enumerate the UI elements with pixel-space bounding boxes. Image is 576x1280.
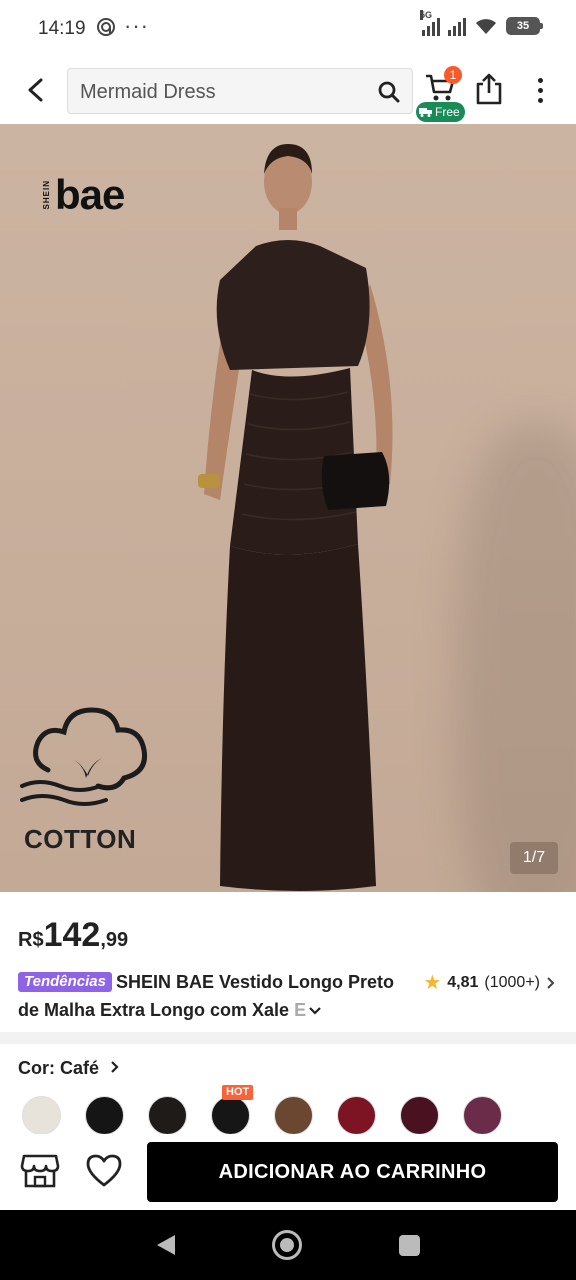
more-options-button[interactable] xyxy=(526,72,554,108)
store-icon xyxy=(20,1154,60,1188)
store-button[interactable] xyxy=(20,1152,62,1192)
rating-summary[interactable]: ★ 4,81 (1000+) xyxy=(423,970,556,995)
nav-recents-icon[interactable] xyxy=(399,1235,420,1256)
more-notifications-icon: ··· xyxy=(124,13,149,38)
section-divider xyxy=(0,1032,576,1044)
product-price: R$142,99 xyxy=(18,916,129,954)
brand-logo: SHEIN bae xyxy=(42,171,125,218)
more-dot-icon xyxy=(537,97,543,103)
signal-icon xyxy=(448,16,466,36)
search-placeholder: Mermaid Dress xyxy=(80,81,216,103)
chevron-down-icon[interactable] xyxy=(308,996,322,1024)
color-swatch[interactable] xyxy=(148,1096,187,1135)
heart-icon xyxy=(86,1154,122,1187)
back-button[interactable] xyxy=(16,70,56,110)
wifi-icon xyxy=(476,19,496,34)
free-shipping-tag: Free xyxy=(416,102,465,122)
chevron-right-icon xyxy=(111,1061,119,1073)
color-swatch[interactable] xyxy=(274,1096,313,1135)
header: Mermaid Dress 1 Free xyxy=(0,58,576,124)
product-image-carousel[interactable]: SHEIN bae COTTON 1/7 xyxy=(0,124,576,892)
action-bar: ADICIONAR AO CARRINHO xyxy=(0,1134,576,1210)
rating-value: 4,81 xyxy=(447,973,479,991)
cotton-label: COTTON xyxy=(24,824,137,854)
color-swatch[interactable] xyxy=(22,1096,61,1135)
search-input[interactable]: Mermaid Dress xyxy=(67,68,413,114)
product-model-image xyxy=(198,144,393,891)
color-label[interactable]: Cor: Café xyxy=(18,1058,120,1079)
color-swatch[interactable] xyxy=(400,1096,439,1135)
nav-home-icon[interactable] xyxy=(272,1230,302,1260)
battery-icon: 35 xyxy=(506,17,543,35)
color-swatch[interactable]: HOT xyxy=(211,1085,254,1135)
more-dot-icon xyxy=(537,77,543,83)
search-icon[interactable] xyxy=(376,79,402,105)
background-shadow xyxy=(456,424,576,892)
product-info: R$142,99 Tendências SHEIN BAE Vestido Lon… xyxy=(0,892,576,1032)
color-selector: Cor: Café HOT xyxy=(0,1044,576,1144)
cotton-icon xyxy=(20,707,148,806)
image-counter: 1/7 xyxy=(510,842,558,874)
status-time: 14:19 xyxy=(38,18,86,39)
review-count: (1000+) xyxy=(484,973,540,991)
color-swatch[interactable] xyxy=(337,1096,376,1135)
color-swatch[interactable] xyxy=(463,1096,502,1135)
hot-badge: HOT xyxy=(222,1085,254,1100)
share-icon xyxy=(476,73,502,105)
chevron-right-icon xyxy=(547,976,555,989)
status-bar: 14:19 ··· 5G 35 xyxy=(0,0,576,58)
color-swatch[interactable] xyxy=(85,1096,124,1135)
star-icon: ★ xyxy=(423,972,442,994)
product-title[interactable]: Tendências SHEIN BAE Vestido Longo Preto … xyxy=(18,968,398,1024)
color-swatches: HOT xyxy=(22,1085,502,1135)
more-dot-icon xyxy=(537,87,543,93)
truck-icon xyxy=(419,108,432,117)
notification-icon xyxy=(96,17,116,42)
add-to-cart-button[interactable]: ADICIONAR AO CARRINHO xyxy=(147,1142,558,1202)
cart-count-badge: 1 xyxy=(444,66,462,84)
system-nav-bar xyxy=(0,1210,576,1280)
back-arrow-icon xyxy=(28,78,43,102)
nav-back-icon[interactable] xyxy=(155,1233,177,1257)
signal-5g-icon: 5G xyxy=(420,10,440,36)
cotton-badge: COTTON xyxy=(20,700,160,854)
share-button[interactable] xyxy=(474,72,508,108)
cart-button[interactable]: 1 Free xyxy=(416,66,465,122)
wishlist-button[interactable] xyxy=(84,1152,126,1192)
trend-tag: Tendências xyxy=(18,972,112,992)
